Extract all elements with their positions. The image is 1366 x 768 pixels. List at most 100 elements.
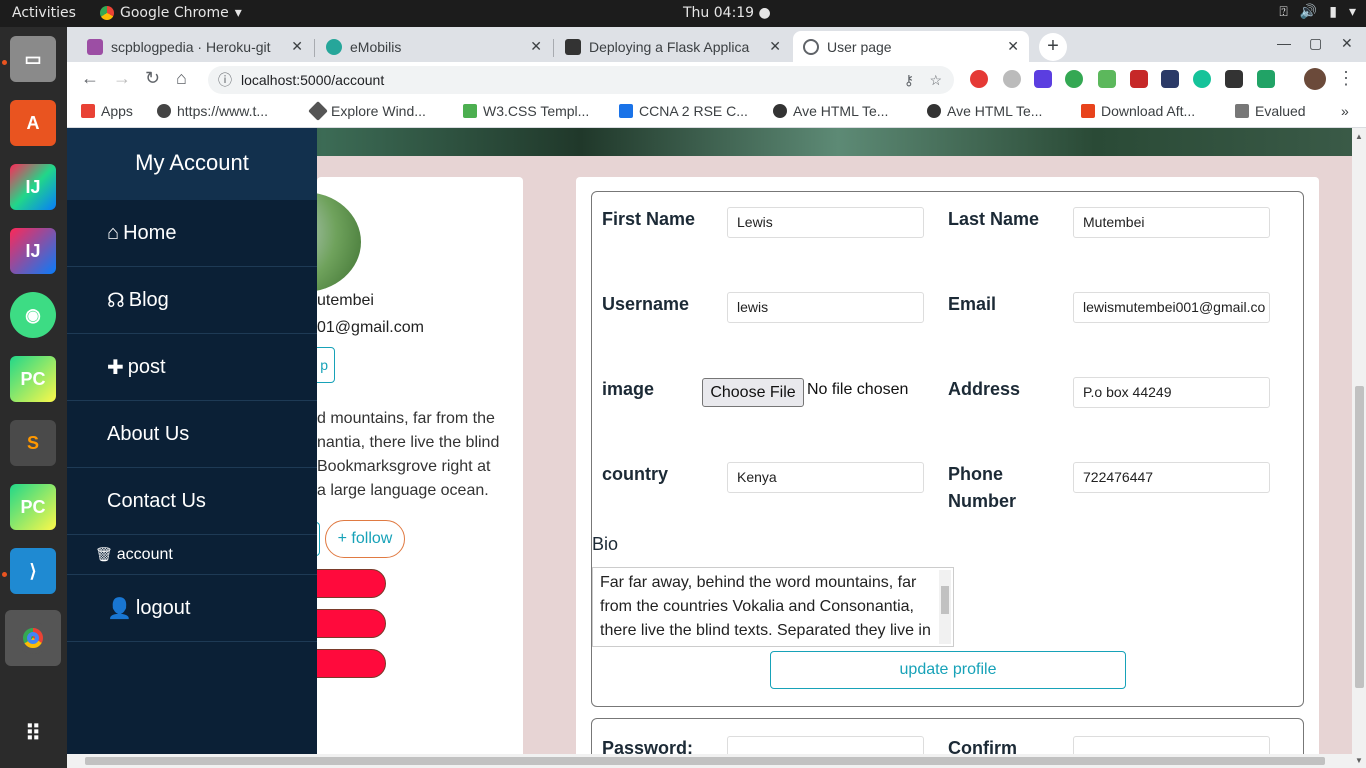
clock[interactable]: Thu 04:19 ● <box>683 5 771 21</box>
close-icon[interactable]: ✕ <box>291 38 303 55</box>
social-button[interactable] <box>307 609 386 638</box>
sublime-icon[interactable]: S <box>10 420 56 466</box>
activities-button[interactable]: Activities <box>12 5 76 21</box>
system-tray[interactable]: ⍰ 🔊 ▮ ▾ <box>1279 4 1356 20</box>
extension-icon[interactable] <box>1034 70 1052 88</box>
chrome-icon <box>100 6 114 20</box>
username-label: Username <box>602 294 690 314</box>
app-menu[interactable]: Google Chrome ▾ <box>100 5 242 21</box>
key-icon[interactable]: ⚷ <box>904 66 914 94</box>
vscode-icon[interactable]: ⟩ <box>10 548 56 594</box>
sidenav-item-post[interactable]: ✚ post <box>67 334 317 401</box>
grammarly-icon[interactable] <box>1193 70 1211 88</box>
tab-scpblogpedia[interactable]: scpblogpedia · Heroku-git ✕ <box>77 31 313 62</box>
sidenav-item-logout[interactable]: 👤 logout <box>67 575 317 642</box>
bookmark-label: Ave HTML Te... <box>793 103 889 119</box>
extension-icon[interactable] <box>1225 70 1243 88</box>
emobilis-icon <box>326 38 342 55</box>
pycharm-icon-2[interactable]: PC <box>10 484 56 530</box>
sidenav-item-blog[interactable]: ☊ Blog <box>67 267 317 334</box>
bookmark-item[interactable]: W3.CSS Templ... <box>463 103 589 119</box>
android-studio-icon[interactable]: ◉ <box>10 292 56 338</box>
profile-bio: d mountains, far from the nantia, there … <box>317 407 517 503</box>
new-tab-button[interactable]: + <box>1039 33 1067 61</box>
extension-icon[interactable] <box>1065 70 1083 88</box>
social-button[interactable] <box>307 649 386 678</box>
info-icon[interactable]: ⓘ <box>218 66 232 94</box>
close-icon[interactable]: ✕ <box>769 38 781 55</box>
image-label: image <box>602 379 655 399</box>
extension-icon[interactable] <box>1130 70 1148 88</box>
social-button[interactable] <box>307 569 386 598</box>
tab-user-page[interactable]: User page ✕ <box>793 31 1029 62</box>
forward-icon[interactable]: → <box>113 68 131 89</box>
file-status: No file chosen <box>807 381 909 398</box>
phone-label: Phone Number <box>948 464 1017 511</box>
heroku-icon <box>87 38 103 55</box>
email-field[interactable]: lewismutembei001@gmail.co <box>1073 292 1270 323</box>
first-name-field[interactable]: Lewis <box>727 207 924 238</box>
choose-file-button[interactable]: Choose File <box>702 378 804 407</box>
url-text[interactable]: localhost:5000/account <box>241 66 384 94</box>
bio-textarea[interactable]: Far far away, behind the word mountains,… <box>592 567 954 647</box>
reload-icon[interactable]: ↻ <box>145 68 160 89</box>
apps-grid-icon[interactable]: ⠿ <box>10 711 56 757</box>
chrome-icon[interactable] <box>5 610 61 666</box>
close-icon[interactable]: ✕ <box>530 38 542 55</box>
follow-button[interactable]: + follow <box>325 520 405 558</box>
back-icon[interactable]: ← <box>81 68 99 89</box>
maximize-icon[interactable]: ▢ <box>1309 35 1322 52</box>
extension-icon[interactable] <box>1003 70 1021 88</box>
intellij-icon-2[interactable]: IJ <box>10 228 56 274</box>
battery-icon: ▮ <box>1329 4 1337 20</box>
username-field[interactable]: lewis <box>727 292 924 323</box>
menu-icon[interactable]: ⋮ <box>1337 68 1355 89</box>
country-field[interactable]: Kenya <box>727 462 924 493</box>
textarea-scrollbar[interactable] <box>939 570 951 644</box>
sidenav-item-home[interactable]: ⌂ Home <box>67 200 317 267</box>
bio-line: d mountains, far from the <box>317 410 495 427</box>
software-center-icon[interactable]: A <box>10 100 56 146</box>
tab-strip: scpblogpedia · Heroku-git ✕ eMobilis ✕ Dep… <box>67 27 1366 62</box>
sidenav-item-about[interactable]: About Us <box>67 401 317 468</box>
sidenav-item-contact[interactable]: Contact Us <box>67 468 317 535</box>
sidenav-item-account[interactable]: 🗑 account <box>67 535 317 575</box>
tab-emobilis[interactable]: eMobilis ✕ <box>316 31 552 62</box>
country-label: country <box>602 464 669 484</box>
last-name-field[interactable]: Mutembei <box>1073 207 1270 238</box>
star-icon[interactable]: ☆ <box>929 66 942 94</box>
files-icon[interactable]: ▭ <box>10 36 56 82</box>
profile-avatar[interactable] <box>1304 68 1326 90</box>
extension-icon[interactable] <box>1161 70 1179 88</box>
bookmark-item[interactable]: https://www.t... <box>157 103 268 119</box>
bookmark-item[interactable]: CCNA 2 RSE C... <box>619 103 748 119</box>
extension-icon[interactable] <box>1257 70 1275 88</box>
bookmark-item[interactable]: Explore Wind... <box>308 101 426 121</box>
intellij-icon[interactable]: IJ <box>10 164 56 210</box>
bookmark-item[interactable]: Ave HTML Te... <box>773 103 888 119</box>
horizontal-scrollbar[interactable] <box>67 754 1352 768</box>
vertical-scrollbar[interactable]: ▲ ▼ <box>1352 128 1366 768</box>
first-name-label: First Name <box>602 209 696 229</box>
address-field[interactable]: P.o box 44249 <box>1073 377 1270 408</box>
pycharm-icon[interactable]: PC <box>10 356 56 402</box>
close-window-icon[interactable]: ✕ <box>1341 35 1353 52</box>
bookmark-item[interactable]: Evalued <box>1235 103 1306 119</box>
close-icon[interactable]: ✕ <box>1007 38 1019 55</box>
bookmarks-overflow-icon[interactable]: » <box>1341 103 1349 119</box>
profile-email: 01@gmail.com <box>317 319 424 336</box>
tab-deploying-flask[interactable]: Deploying a Flask Applica ✕ <box>555 31 791 62</box>
bookmark-item[interactable]: Download Aft... <box>1081 103 1195 119</box>
bookmark-item[interactable]: Ave HTML Te... <box>927 103 1042 119</box>
update-profile-button[interactable]: update profile <box>770 651 1126 689</box>
bookmark-label: CCNA 2 RSE C... <box>639 103 748 119</box>
home-icon[interactable]: ⌂ <box>176 68 187 89</box>
extension-icon[interactable] <box>1098 70 1116 88</box>
adblock-icon[interactable] <box>970 70 988 88</box>
site-icon <box>565 38 581 55</box>
minimize-icon[interactable]: — <box>1277 35 1291 51</box>
w3-icon <box>463 104 477 118</box>
address-bar[interactable]: ⓘ localhost:5000/account ⚷ ☆ <box>208 66 954 94</box>
phone-field[interactable]: 722476447 <box>1073 462 1270 493</box>
bookmark-apps[interactable]: Apps <box>81 103 133 119</box>
